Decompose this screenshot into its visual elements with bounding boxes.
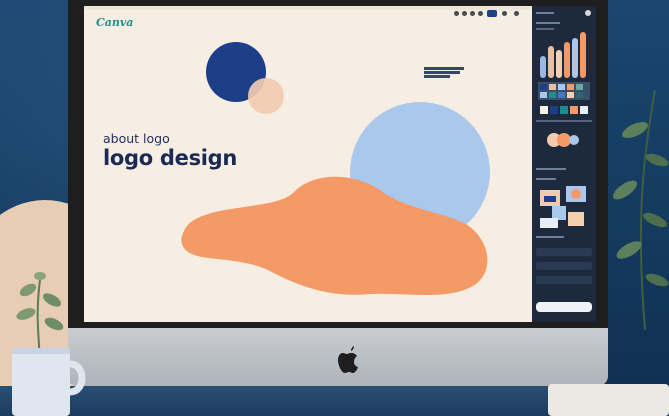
bar-mark — [572, 38, 578, 78]
page-title[interactable]: logo design — [103, 146, 237, 170]
peach-circle — [248, 78, 284, 114]
apple-logo-icon — [338, 346, 358, 373]
photo-scene: Canva about logo logo design — [0, 0, 669, 416]
bar-mark — [548, 46, 554, 78]
bar-mark — [564, 42, 570, 78]
side-panel — [532, 6, 596, 322]
bar-mark — [580, 32, 586, 78]
bar-mark — [540, 56, 546, 78]
side-panel-content — [536, 10, 592, 312]
about-text[interactable]: about logo — [103, 131, 170, 146]
bar-mark — [556, 50, 562, 78]
mug-icon — [12, 348, 86, 416]
keyboard — [548, 384, 669, 416]
canva-editor-screen: Canva about logo logo design — [84, 6, 596, 322]
